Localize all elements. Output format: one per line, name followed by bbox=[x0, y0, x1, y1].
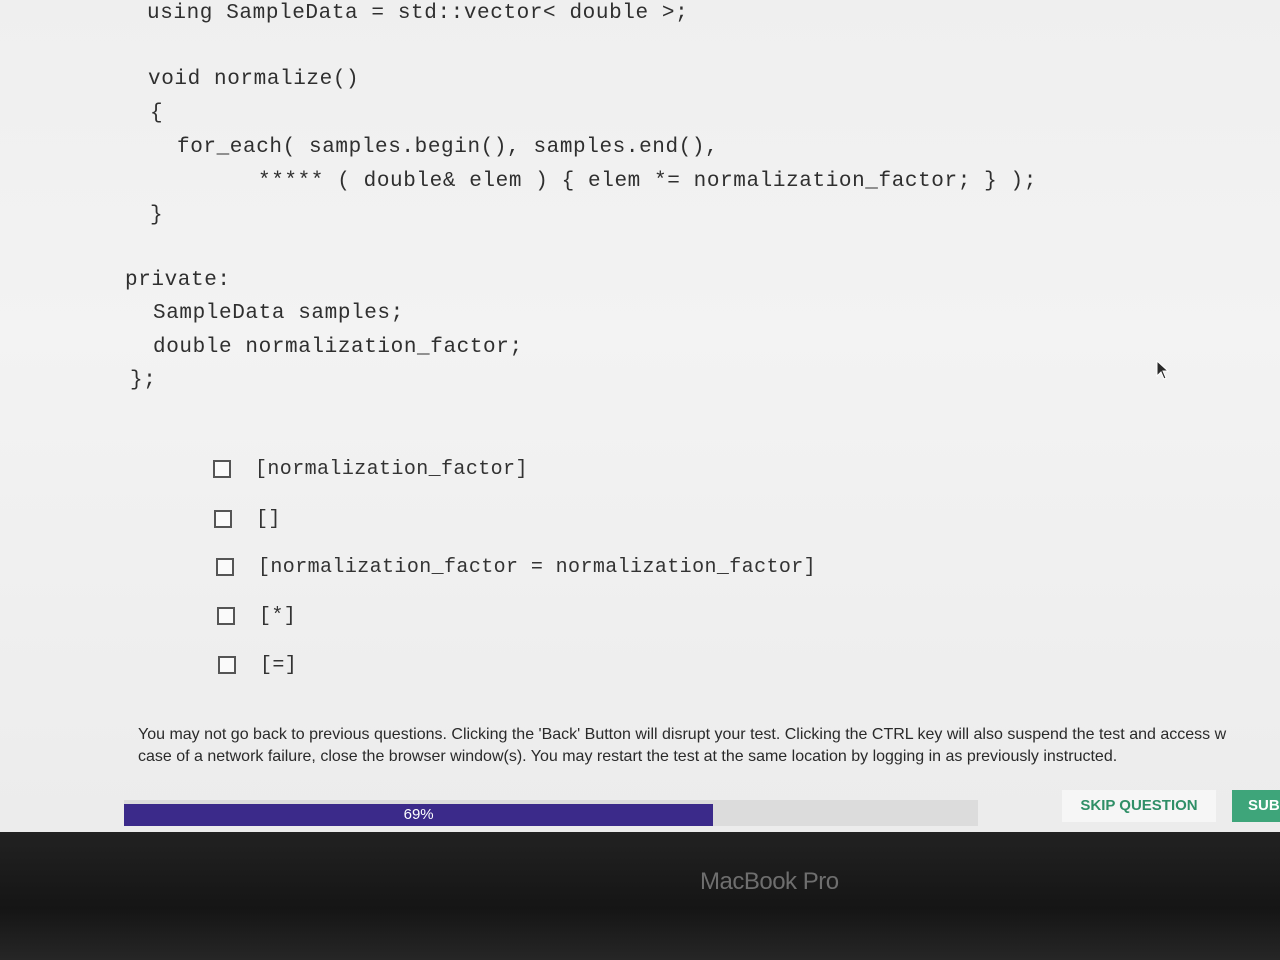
option-5[interactable]: [=] bbox=[218, 650, 297, 680]
progress-label: 69% bbox=[403, 806, 434, 823]
code-line-10: }; bbox=[130, 369, 157, 392]
code-line-4: for_each( samples.begin(), samples.end()… bbox=[177, 136, 719, 159]
checkbox[interactable] bbox=[213, 460, 231, 478]
code-line-1: using SampleData = std::vector< double >… bbox=[147, 2, 689, 25]
option-4[interactable]: [*] bbox=[217, 601, 296, 631]
device-brand-label: MacBook Pro bbox=[700, 868, 839, 895]
notice-line-1: You may not go back to previous question… bbox=[138, 726, 1227, 743]
option-1[interactable]: [normalization_factor] bbox=[213, 454, 528, 484]
code-line-9: double normalization_factor; bbox=[153, 336, 523, 359]
code-line-8: SampleData samples; bbox=[153, 302, 404, 325]
option-label: [] bbox=[256, 507, 281, 531]
submit-button[interactable]: SUB bbox=[1232, 790, 1280, 822]
notice-line-2: case of a network failure, close the bro… bbox=[138, 748, 1118, 765]
code-line-2: void normalize() bbox=[148, 68, 360, 91]
skip-question-button[interactable]: SKIP QUESTION bbox=[1062, 790, 1216, 822]
option-label: [normalization_factor = normalization_fa… bbox=[258, 555, 817, 579]
option-3[interactable]: [normalization_factor = normalization_fa… bbox=[216, 552, 816, 582]
code-line-3: { bbox=[150, 102, 164, 125]
option-label: [normalization_factor] bbox=[255, 457, 528, 481]
option-label: [=] bbox=[260, 653, 298, 677]
mouse-pointer-icon bbox=[1156, 359, 1170, 385]
test-notice: You may not go back to previous question… bbox=[138, 724, 1280, 768]
code-line-7: private: bbox=[125, 269, 231, 292]
laptop-bezel bbox=[0, 832, 1280, 960]
code-line-6: } bbox=[150, 204, 164, 227]
code-line-5: ***** ( double& elem ) { elem *= normali… bbox=[258, 170, 1037, 193]
checkbox[interactable] bbox=[217, 607, 235, 625]
option-label: [*] bbox=[259, 604, 297, 628]
checkbox[interactable] bbox=[214, 510, 232, 528]
progress-bar: 69% bbox=[124, 800, 978, 826]
checkbox[interactable] bbox=[218, 656, 236, 674]
test-screen: using SampleData = std::vector< double >… bbox=[0, 0, 1280, 832]
checkbox[interactable] bbox=[216, 558, 234, 576]
option-2[interactable]: [] bbox=[214, 504, 281, 534]
